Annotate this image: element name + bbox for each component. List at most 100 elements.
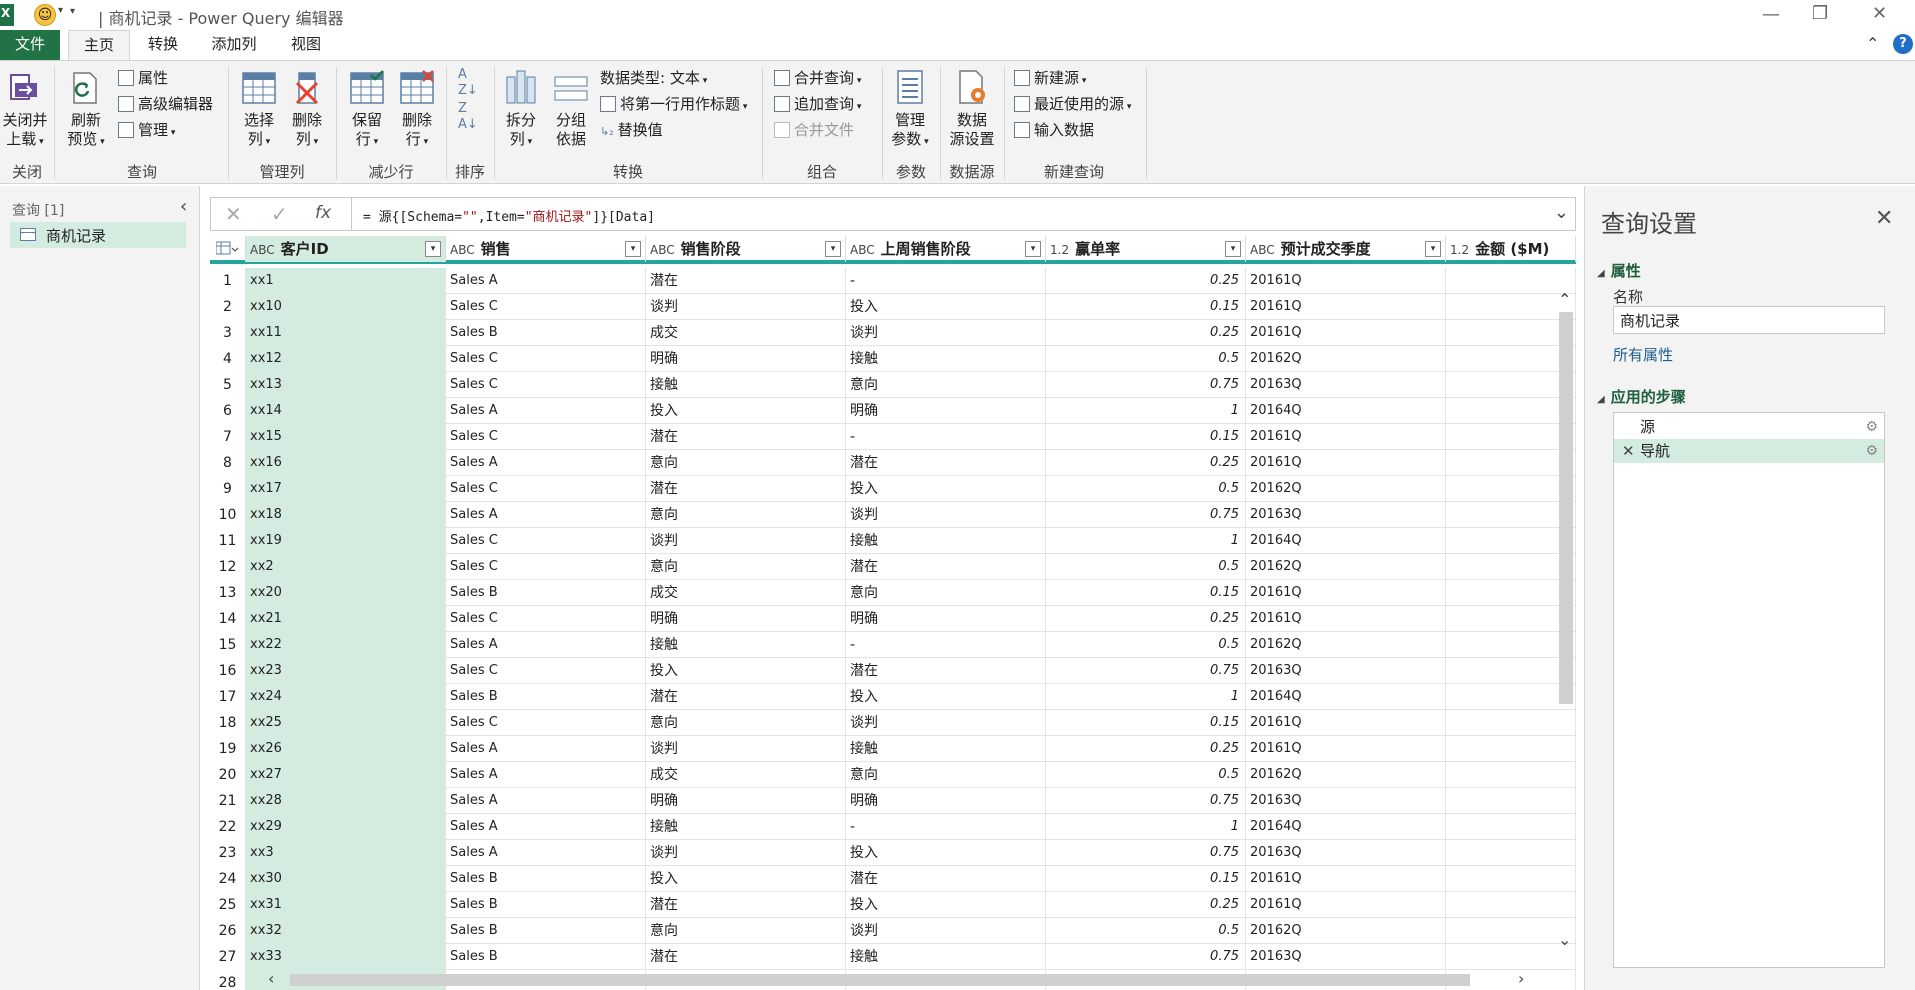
- minimize-button[interactable]: —: [1762, 4, 1780, 25]
- table-row[interactable]: 6 xx14 Sales A 投入 明确 1 20164Q: [210, 398, 1576, 424]
- table-row[interactable]: 3 xx11 Sales B 成交 谈判 0.25 20161Q: [210, 320, 1576, 346]
- cancel-formula-icon[interactable]: ✕: [225, 202, 242, 226]
- data-source-settings-button[interactable]: 数据 源设置: [944, 69, 1000, 149]
- table-row[interactable]: 25 xx31 Sales B 潜在 投入 0.25 20161Q: [210, 892, 1576, 918]
- table-row[interactable]: 23 xx3 Sales A 谈判 投入 0.75 20163Q: [210, 840, 1576, 866]
- cell-win-rate[interactable]: 0.5: [1046, 346, 1246, 372]
- cell-sales[interactable]: Sales B: [446, 320, 646, 346]
- cell-sales-stage[interactable]: 成交: [646, 320, 846, 346]
- cell-sales[interactable]: Sales A: [446, 840, 646, 866]
- replace-values-button[interactable]: ↳₂ 替换值: [600, 119, 663, 141]
- cell-expected-quarter[interactable]: 20163Q: [1246, 502, 1446, 528]
- cell-last-week-stage[interactable]: 投入: [846, 294, 1046, 320]
- cell-sales[interactable]: Sales C: [446, 476, 646, 502]
- cell-expected-quarter[interactable]: 20162Q: [1246, 918, 1446, 944]
- cell-sales-stage[interactable]: 投入: [646, 866, 846, 892]
- enter-data-button[interactable]: 输入数据: [1014, 119, 1094, 141]
- table-row[interactable]: 21 xx28 Sales A 明确 明确 0.75 20163Q: [210, 788, 1576, 814]
- cell-customer-id[interactable]: xx25: [246, 710, 446, 736]
- cell-last-week-stage[interactable]: 接触: [846, 528, 1046, 554]
- advanced-editor-button[interactable]: 高级编辑器: [118, 93, 213, 115]
- cell-last-week-stage[interactable]: 潜在: [846, 450, 1046, 476]
- cell-last-week-stage[interactable]: 意向: [846, 372, 1046, 398]
- cell-sales[interactable]: Sales A: [446, 762, 646, 788]
- filter-dropdown-icon[interactable]: ▾: [825, 241, 841, 257]
- cell-customer-id[interactable]: xx27: [246, 762, 446, 788]
- cell-sales-stage[interactable]: 成交: [646, 580, 846, 606]
- cell-sales-stage[interactable]: 投入: [646, 398, 846, 424]
- cell-sales[interactable]: Sales B: [446, 918, 646, 944]
- smiley-feedback-icon[interactable]: ☺: [34, 4, 56, 26]
- cell-last-week-stage[interactable]: 明确: [846, 606, 1046, 632]
- tab-transform[interactable]: 转换: [136, 30, 190, 60]
- cell-expected-quarter[interactable]: 20162Q: [1246, 762, 1446, 788]
- cell-last-week-stage[interactable]: 投入: [846, 476, 1046, 502]
- cell-sales[interactable]: Sales A: [446, 736, 646, 762]
- manage-parameters-button[interactable]: 管理 参数 ▾: [886, 69, 934, 152]
- cell-win-rate[interactable]: 0.25: [1046, 320, 1246, 346]
- cell-expected-quarter[interactable]: 20161Q: [1246, 424, 1446, 450]
- cell-win-rate[interactable]: 0.5: [1046, 918, 1246, 944]
- cell-expected-quarter[interactable]: 20162Q: [1246, 554, 1446, 580]
- cell-sales-stage[interactable]: 谈判: [646, 294, 846, 320]
- gear-icon[interactable]: ⚙: [1865, 415, 1878, 439]
- cell-win-rate[interactable]: 0.25: [1046, 892, 1246, 918]
- cell-sales-stage[interactable]: 意向: [646, 554, 846, 580]
- cell-last-week-stage[interactable]: 谈判: [846, 502, 1046, 528]
- cell-sales[interactable]: Sales C: [446, 710, 646, 736]
- cell-last-week-stage[interactable]: 投入: [846, 892, 1046, 918]
- table-row[interactable]: 24 xx30 Sales B 投入 潜在 0.15 20161Q: [210, 866, 1576, 892]
- filter-dropdown-icon[interactable]: ▾: [425, 241, 441, 257]
- remove-rows-button[interactable]: 删除 行 ▾: [394, 69, 440, 152]
- table-row[interactable]: 22 xx29 Sales A 接触 -1 20164Q: [210, 814, 1576, 840]
- cell-sales[interactable]: Sales C: [446, 294, 646, 320]
- cell-sales[interactable]: Sales C: [446, 528, 646, 554]
- tab-file[interactable]: 文件: [0, 30, 60, 60]
- cell-last-week-stage[interactable]: 明确: [846, 788, 1046, 814]
- cell-win-rate[interactable]: 0.5: [1046, 554, 1246, 580]
- sort-ascending-button[interactable]: A Z↓: [458, 67, 478, 99]
- cell-customer-id[interactable]: xx22: [246, 632, 446, 658]
- cell-sales[interactable]: Sales B: [446, 944, 646, 970]
- cell-expected-quarter[interactable]: 20161Q: [1246, 736, 1446, 762]
- cell-expected-quarter[interactable]: 20161Q: [1246, 580, 1446, 606]
- cell-win-rate[interactable]: 0.15: [1046, 294, 1246, 320]
- refresh-preview-button[interactable]: 刷新 预览 ▾: [64, 69, 108, 152]
- cell-expected-quarter[interactable]: 20163Q: [1246, 840, 1446, 866]
- cell-last-week-stage[interactable]: 意向: [846, 580, 1046, 606]
- cell-last-week-stage[interactable]: 潜在: [846, 658, 1046, 684]
- keep-rows-button[interactable]: 保留 行 ▾: [344, 69, 390, 152]
- table-row[interactable]: 4 xx12 Sales C 明确 接触 0.5 20162Q: [210, 346, 1576, 372]
- cell-expected-quarter[interactable]: 20161Q: [1246, 606, 1446, 632]
- column-header-customer-id[interactable]: ABC 客户ID ▾: [246, 236, 446, 262]
- cell-win-rate[interactable]: 0.15: [1046, 866, 1246, 892]
- help-icon[interactable]: ?: [1893, 34, 1913, 54]
- cell-win-rate[interactable]: 0.75: [1046, 788, 1246, 814]
- choose-columns-button[interactable]: 选择 列 ▾: [236, 69, 282, 152]
- cell-sales[interactable]: Sales B: [446, 892, 646, 918]
- cell-sales[interactable]: Sales C: [446, 554, 646, 580]
- restore-button[interactable]: ❐: [1812, 3, 1828, 24]
- table-row[interactable]: 27 xx33 Sales B 潜在 接触 0.75 20163Q: [210, 944, 1576, 970]
- filter-dropdown-icon[interactable]: ▾: [625, 241, 641, 257]
- step-item[interactable]: ✕ 导航 ⚙: [1614, 439, 1884, 463]
- table-row[interactable]: 18 xx25 Sales C 意向 谈判 0.15 20161Q: [210, 710, 1576, 736]
- all-properties-link[interactable]: 所有属性: [1613, 344, 1673, 365]
- table-row[interactable]: 9 xx17 Sales C 潜在 投入 0.5 20162Q: [210, 476, 1576, 502]
- cell-sales[interactable]: Sales A: [446, 268, 646, 294]
- cell-expected-quarter[interactable]: 20162Q: [1246, 476, 1446, 502]
- cell-sales-stage[interactable]: 成交: [646, 762, 846, 788]
- cell-expected-quarter[interactable]: 20162Q: [1246, 346, 1446, 372]
- cell-expected-quarter[interactable]: 20164Q: [1246, 528, 1446, 554]
- cell-last-week-stage[interactable]: -: [846, 632, 1046, 658]
- feedback-dropdown-icon[interactable]: ▾: [58, 5, 63, 16]
- query-name-input[interactable]: 商机记录: [1613, 306, 1885, 334]
- table-row[interactable]: 1 xx1 Sales A 潜在 -0.25 20161Q: [210, 268, 1576, 294]
- cell-expected-quarter[interactable]: 20163Q: [1246, 788, 1446, 814]
- quick-access-dropdown-icon[interactable]: ▾: [70, 6, 75, 17]
- cell-last-week-stage[interactable]: 接触: [846, 736, 1046, 762]
- cell-sales[interactable]: Sales A: [446, 632, 646, 658]
- cell-expected-quarter[interactable]: 20164Q: [1246, 814, 1446, 840]
- cell-last-week-stage[interactable]: 意向: [846, 762, 1046, 788]
- cell-customer-id[interactable]: xx17: [246, 476, 446, 502]
